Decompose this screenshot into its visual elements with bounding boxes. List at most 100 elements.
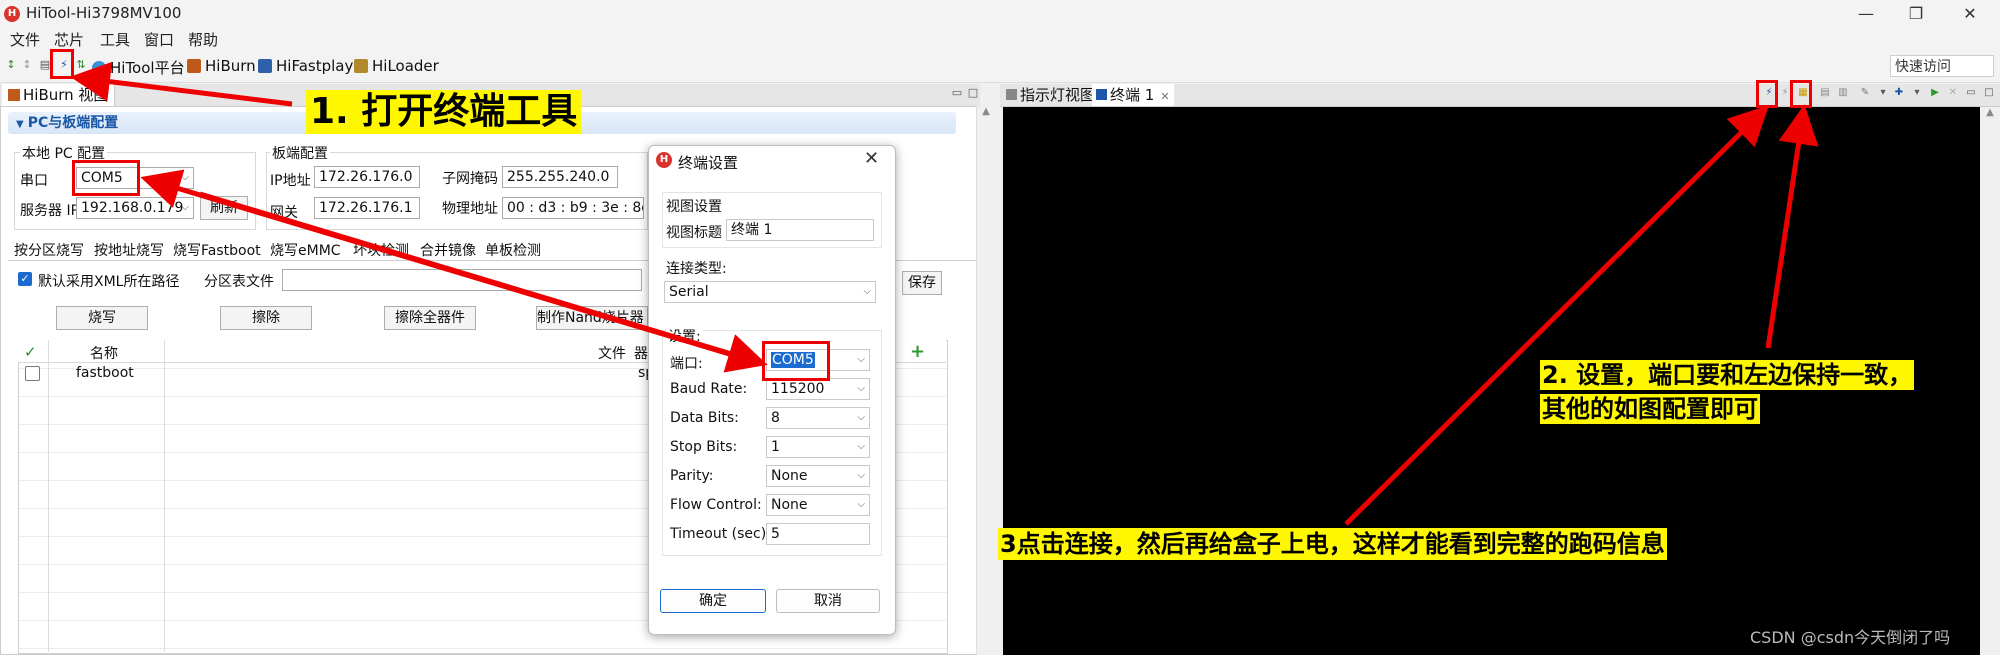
table-row-name: fastboot [76,365,134,381]
toolbar-hitool-platform[interactable]: HiTool平台 [92,57,185,78]
connection-type-label: 连接类型: [666,261,727,277]
data-bits-select[interactable]: 8 ⌵ [766,407,870,429]
scroll-lock-icon[interactable]: ▥ [1836,86,1850,100]
parity-select[interactable]: None ⌵ [766,465,870,487]
add-row-plus-icon[interactable]: + [910,341,925,362]
dropdown-icon[interactable]: ▾ [1876,86,1890,100]
minimize-view-icon[interactable]: ▭ [1964,86,1978,100]
tab-bad-block-check[interactable]: 坏块检测 [353,240,409,260]
toolbar-hiloader[interactable]: HiLoader [354,57,439,75]
timeout-input[interactable]: 5 [766,523,870,545]
run-icon[interactable]: ▶ [1928,86,1942,100]
mac-address-input[interactable]: 00 : d3 : b9 : 3e : 8e [502,197,644,219]
refresh-button[interactable]: 刷新 [200,196,248,220]
select-all-check-icon[interactable]: ✓ [24,343,37,361]
new-terminal-icon[interactable]: ✚ [1892,86,1906,100]
scroll-up-arrow-icon[interactable]: ▲ [1980,107,2000,118]
connect-arrows-icon[interactable]: ↕ [4,58,18,72]
annotation-step-2-line2: 其他的如图配置即可 [1540,394,1760,424]
dialog-close-icon[interactable]: ✕ [864,148,879,169]
transfer-icon[interactable]: ⇅ [74,58,88,72]
tab-terminal-1[interactable]: 终端 1 ✕ [1092,84,1174,106]
ip-label: IP地址 [270,173,311,189]
watermark: CSDN @csdn今天倒闭了吗 [1750,628,1951,647]
connection-type-select[interactable]: Serial ⌵ [664,281,876,303]
tab-indicator-view[interactable]: 指示灯视图 [1002,84,1100,106]
board-config-group-label: 板端配置 [270,143,330,163]
column-header-file: 文件 [598,346,626,362]
maximize-view-icon[interactable]: □ [966,86,980,100]
tab-merge-image[interactable]: 合并镜像 [420,240,476,260]
row-checkbox[interactable] [25,366,40,381]
gateway-input[interactable]: 172.26.176.1 [314,197,420,219]
menu-chip[interactable]: 芯片 [54,29,84,50]
partition-file-input[interactable] [282,269,642,291]
gateway-label: 网关 [270,205,298,221]
save-button[interactable]: 保存 [902,271,942,295]
chevron-down-icon: ⌵ [863,286,871,297]
collapse-triangle-icon: ▼ [16,119,24,130]
menu-help[interactable]: 帮助 [188,29,218,50]
subnet-mask-label: 子网掩码 [442,171,498,187]
mac-address-label: 物理地址 [442,201,498,217]
toolbar-hifastplay[interactable]: HiFastplay [258,57,353,75]
view-title-input[interactable]: 终端 1 [726,219,874,241]
burn-button[interactable]: 烧写 [56,306,148,330]
pin-icon[interactable]: ✎ [1858,86,1872,100]
dropdown-icon[interactable]: ▾ [1910,86,1924,100]
hiburn-icon [187,59,201,73]
stop-bits-label: Stop Bits: [670,439,738,455]
make-nand-image-button[interactable]: 制作Nand烧片器镜 [536,306,648,330]
maximize-view-icon[interactable]: □ [1982,86,1996,100]
flow-control-select[interactable]: None ⌵ [766,494,870,516]
highlight-toolbar-terminal [50,49,74,79]
chevron-down-icon: ⌵ [181,172,189,183]
baud-rate-select[interactable]: 115200 ⌵ [766,378,870,400]
server-ip-select[interactable]: 192.168.0.179 ⌵ [76,197,194,219]
server-ip-label: 服务器 IP [20,203,76,219]
hifastplay-icon [258,59,272,73]
ip-address-input[interactable]: 172.26.176.0 [314,166,420,188]
column-header-name: 名称 [90,346,118,362]
erase-button[interactable]: 擦除 [220,306,312,330]
maximize-button[interactable]: ❐ [1896,2,1936,26]
disconnect-arrows-icon[interactable]: ↕ [20,58,34,72]
minimize-button[interactable]: — [1846,2,1886,26]
dialog-title: 终端设置 [678,154,739,172]
column-header-device: 器 [634,346,648,362]
menu-window[interactable]: 窗口 [144,29,174,50]
highlight-dialog-port [762,341,830,381]
stop-bits-select[interactable]: 1 ⌵ [766,436,870,458]
toolbar-hiburn[interactable]: HiBurn [187,57,256,75]
chevron-down-icon: ⌵ [857,383,865,394]
scroll-up-arrow-icon[interactable]: ▲ [977,106,995,117]
tab-burn-fastboot[interactable]: 烧写Fastboot [173,240,261,260]
right-scrollbar[interactable]: ▲ [1980,107,2000,655]
tab-burn-by-address[interactable]: 按地址烧写 [94,240,164,260]
data-bits-label: Data Bits: [670,410,739,426]
tab-burn-by-partition[interactable]: 按分区烧写 [14,240,84,260]
close-window-button[interactable]: ✕ [1950,2,1990,26]
quick-access-input[interactable]: 快速访问 [1890,55,1994,77]
tab-board-check[interactable]: 单板检测 [485,240,541,260]
settings-label: 设置: [666,326,703,346]
tab-hiburn-view[interactable]: HiBurn 视图 [2,84,116,106]
menu-file[interactable]: 文件 [10,29,40,50]
menu-tools[interactable]: 工具 [100,29,130,50]
xml-path-checkbox[interactable]: ✓ [18,272,32,286]
ok-button[interactable]: 确定 [660,589,766,613]
tab-burn-emmc[interactable]: 烧写eMMC [270,240,341,260]
hiloader-icon [354,59,368,73]
indicator-icon [1006,89,1017,100]
highlight-connect-icon [1756,80,1778,108]
subnet-mask-input[interactable]: 255.255.240.0 [502,166,618,188]
erase-all-button[interactable]: 擦除全器件 [384,306,476,330]
cancel-button[interactable]: 取消 [776,589,880,613]
stop-icon[interactable]: ✕ [1946,86,1960,100]
left-scrollbar[interactable]: ▲ [976,106,995,655]
clear-console-icon[interactable]: ▤ [1818,86,1832,100]
minimize-view-icon[interactable]: ▭ [950,86,964,100]
window-title: HiTool-Hi3798MV100 [26,4,182,22]
close-tab-icon[interactable]: ✕ [1160,90,1169,103]
parity-label: Parity: [670,468,714,484]
